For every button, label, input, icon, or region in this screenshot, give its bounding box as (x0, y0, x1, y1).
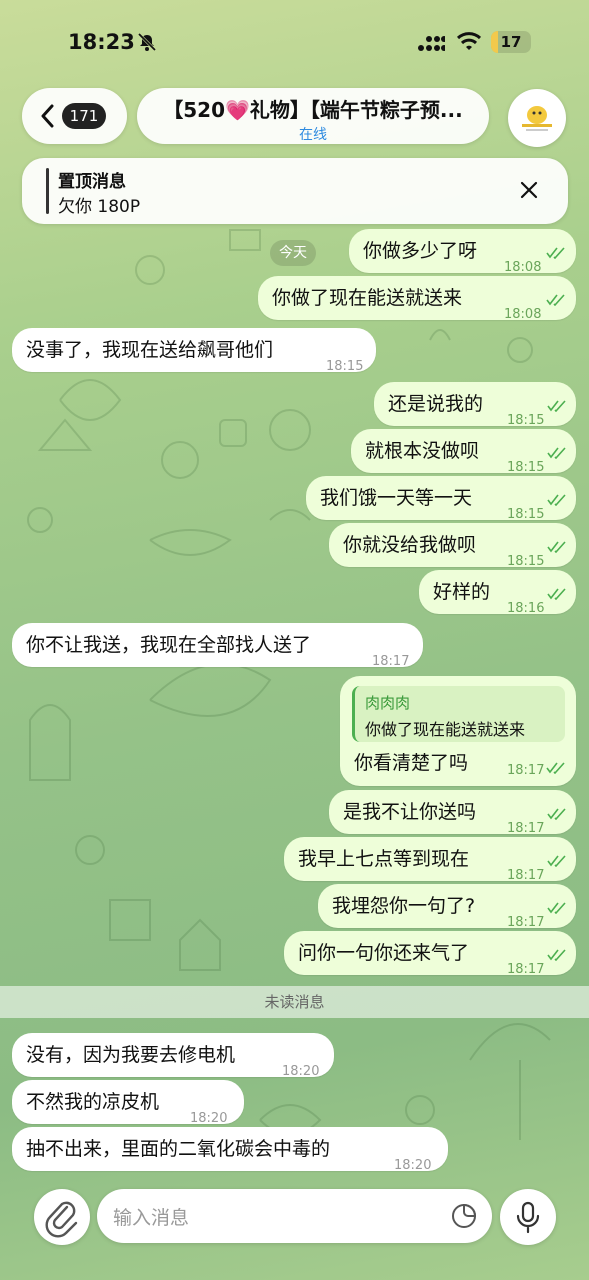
message-text: 好样的 (433, 581, 491, 603)
message-time: 18:20 (282, 1064, 320, 1079)
message-bubble-outgoing[interactable]: 我埋怨你一句了? 18:17 (318, 884, 576, 930)
signal-icon (418, 36, 445, 51)
chat-header[interactable]: 【520💗礼物】【端午节粽子预... 在线 (137, 88, 489, 144)
back-chevron-icon (41, 104, 54, 128)
message-bubble-outgoing[interactable]: 还是说我的 18:15 (374, 382, 576, 428)
double-check-icon (547, 949, 566, 961)
message-text: 你看清楚了吗 (354, 752, 469, 774)
back-button[interactable]: 171 (22, 88, 127, 144)
message-text: 没事了，我现在送给飙哥他们 (26, 339, 274, 361)
message-bubble-outgoing[interactable]: 问你一句你还来气了 18:17 (284, 931, 576, 977)
message-time: 18:17 (507, 763, 545, 778)
double-check-icon (547, 400, 566, 412)
reply-quote[interactable]: 肉肉肉 你做了现在能送就送来 (352, 686, 565, 742)
double-check-icon (546, 247, 565, 259)
battery-level: 17 (500, 33, 522, 51)
paperclip-icon (45, 1201, 78, 1238)
unread-divider: 未读消息 (0, 986, 589, 1018)
battery-indicator: 17 (491, 31, 531, 53)
message-bubble-incoming[interactable]: 不然我的凉皮机 18:20 (12, 1080, 244, 1126)
status-time: 18:23 (68, 30, 135, 54)
avatar[interactable] (508, 89, 566, 147)
message-text: 还是说我的 (388, 393, 484, 415)
chat-title: 【520💗礼物】【端午节粽子预... (163, 98, 463, 122)
message-bubble-incoming[interactable]: 没事了，我现在送给飙哥他们 18:15 (12, 328, 376, 374)
message-time: 18:08 (504, 307, 542, 322)
message-text: 我早上七点等到现在 (298, 848, 470, 870)
reply-quoted-text: 你做了现在能送就送来 (365, 720, 526, 739)
date-chip: 今天 (270, 240, 316, 266)
double-check-icon (547, 808, 566, 820)
message-bubble-outgoing[interactable]: 我早上七点等到现在 18:17 (284, 837, 576, 883)
message-text: 问你一句你还来气了 (298, 942, 470, 964)
unread-count-badge: 171 (62, 103, 106, 129)
double-check-icon (547, 588, 566, 600)
message-text: 是我不让你送吗 (343, 801, 477, 823)
double-check-icon (547, 855, 566, 867)
double-check-icon (547, 494, 566, 506)
close-icon[interactable] (519, 180, 539, 200)
message-text: 你不让我送，我现在全部找人送了 (26, 634, 312, 656)
message-text: 你就没给我做呗 (343, 534, 477, 556)
message-bubble-outgoing[interactable]: 就根本没做呗 18:15 (351, 429, 576, 475)
reply-author: 肉肉肉 (365, 694, 411, 712)
message-text: 没有，因为我要去修电机 (26, 1044, 236, 1066)
message-bubble-incoming[interactable]: 你不让我送，我现在全部找人送了 18:17 (12, 623, 423, 669)
message-input-placeholder: 输入消息 (113, 1207, 190, 1229)
message-input[interactable]: 输入消息 (97, 1189, 492, 1243)
message-time: 18:16 (507, 601, 545, 616)
message-bubble-incoming[interactable]: 没有，因为我要去修电机 18:20 (12, 1033, 334, 1079)
wifi-icon (456, 32, 482, 50)
message-bubble-outgoing[interactable]: 是我不让你送吗 18:17 (329, 790, 576, 836)
double-check-icon (547, 541, 566, 553)
chat-status: 在线 (299, 127, 327, 143)
microphone-button[interactable] (500, 1189, 556, 1245)
message-text: 你做了现在能送就送来 (272, 287, 463, 309)
message-time: 18:20 (394, 1158, 432, 1173)
message-text: 我们饿一天等一天 (320, 487, 473, 509)
message-bubble-outgoing[interactable]: 你做了现在能送就送来 18:08 (258, 276, 576, 322)
message-bubble-outgoing[interactable]: 好样的 18:16 (419, 570, 576, 616)
message-time: 18:15 (326, 359, 364, 374)
message-bubble-outgoing[interactable]: 你做多少了呀 18:08 (349, 229, 576, 275)
attach-button[interactable] (34, 1189, 90, 1245)
message-text: 不然我的凉皮机 (26, 1091, 160, 1113)
message-text: 抽不出来，里面的二氧化碳会中毒的 (26, 1138, 331, 1160)
double-check-icon (547, 902, 566, 914)
message-bubble-incoming[interactable]: 抽不出来，里面的二氧化碳会中毒的 18:20 (12, 1127, 448, 1173)
pinned-message[interactable]: 置顶消息 欠你 180P (22, 158, 568, 224)
status-bar: 18:23 17 (0, 0, 589, 70)
pinned-indicator (46, 168, 49, 214)
double-check-icon (546, 294, 565, 306)
double-check-icon (546, 762, 565, 774)
message-bubble-outgoing[interactable]: 你就没给我做呗 18:15 (329, 523, 576, 569)
message-text: 我埋怨你一句了? (332, 895, 476, 917)
sticker-icon[interactable] (450, 1202, 478, 1230)
microphone-icon (516, 1201, 540, 1234)
double-check-icon (547, 447, 566, 459)
bell-slash-icon (137, 32, 157, 52)
pinned-title: 置顶消息 (58, 172, 126, 192)
message-bubble-outgoing[interactable]: 我们饿一天等一天 18:15 (306, 476, 576, 522)
message-text: 就根本没做呗 (365, 440, 480, 462)
message-text: 你做多少了呀 (363, 240, 478, 262)
pinned-text: 欠你 180P (58, 197, 141, 217)
avatar-logo (522, 106, 552, 131)
message-bubble-outgoing-reply[interactable]: 肉肉肉 你做了现在能送就送来 你看清楚了吗 18:17 (340, 676, 576, 786)
